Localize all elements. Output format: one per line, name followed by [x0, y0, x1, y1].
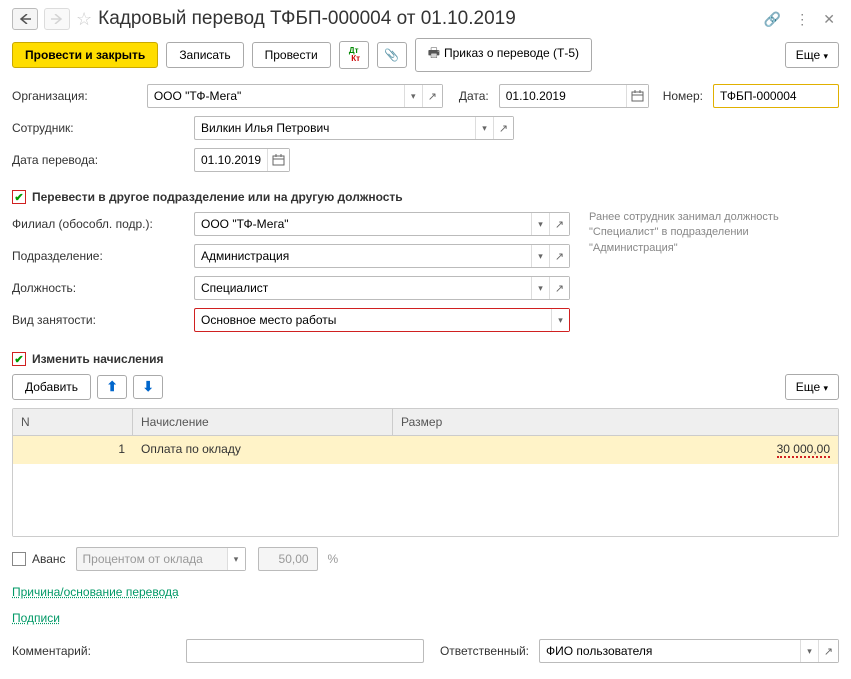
emp-type-label: Вид занятости: — [12, 313, 188, 327]
advance-label: Аванс — [32, 552, 66, 566]
position-label: Должность: — [12, 281, 188, 295]
previous-info-text: Ранее сотрудник занимал должность "Специ… — [589, 210, 839, 256]
date-label: Дата: — [459, 89, 493, 103]
move-up-button[interactable]: ⬆ — [97, 375, 127, 399]
signatures-link[interactable]: Подписи — [12, 611, 60, 625]
transfer-checkbox-label: Перевести в другое подразделение или на … — [32, 190, 403, 204]
paperclip-icon: 📎 — [384, 48, 399, 62]
position-dropdown-button[interactable]: ▾ — [531, 277, 549, 299]
reason-link[interactable]: Причина/основание перевода — [12, 585, 179, 599]
employee-open-button[interactable]: ↗ — [493, 117, 513, 139]
dept-label: Подразделение: — [12, 249, 188, 263]
transfer-checkbox[interactable] — [12, 190, 26, 204]
cell-name: Оплата по окладу — [133, 436, 393, 464]
dt-kt-button[interactable]: ДтКт — [339, 41, 369, 69]
comment-label: Комментарий: — [12, 644, 180, 658]
org-open-button[interactable]: ↗ — [422, 85, 442, 107]
move-down-button[interactable]: ⬇ — [133, 375, 163, 399]
attach-button[interactable]: 📎 — [377, 42, 407, 68]
number-label: Номер: — [663, 89, 707, 103]
org-label: Организация: — [12, 89, 141, 103]
transfer-date-label: Дата перевода: — [12, 153, 188, 167]
save-button[interactable]: Записать — [166, 42, 243, 68]
branch-input[interactable] — [195, 213, 531, 235]
employee-label: Сотрудник: — [12, 121, 188, 135]
change-accruals-checkbox[interactable] — [12, 352, 26, 366]
advance-type-input — [77, 548, 227, 570]
transfer-date-calendar-button[interactable] — [267, 149, 289, 171]
dept-open-button[interactable]: ↗ — [549, 245, 569, 267]
advance-type-dropdown-button: ▾ — [227, 548, 245, 570]
nav-back-button[interactable] — [12, 8, 38, 30]
close-icon[interactable]: ✕ — [819, 11, 839, 28]
post-button[interactable]: Провести — [252, 42, 331, 68]
col-size: Размер — [393, 409, 838, 435]
branch-open-button[interactable]: ↗ — [549, 213, 569, 235]
responsible-input[interactable] — [540, 640, 800, 662]
position-open-button[interactable]: ↗ — [549, 277, 569, 299]
number-input[interactable] — [714, 85, 838, 107]
chevron-down-icon: ▾ — [823, 51, 828, 61]
nav-forward-button[interactable] — [44, 8, 70, 30]
responsible-open-button[interactable]: ↗ — [818, 640, 838, 662]
add-row-button[interactable]: Добавить — [12, 374, 91, 400]
branch-dropdown-button[interactable]: ▾ — [531, 213, 549, 235]
comment-input[interactable] — [187, 640, 423, 662]
employee-input[interactable] — [195, 117, 475, 139]
change-accruals-label: Изменить начисления — [32, 352, 163, 366]
responsible-label: Ответственный: — [440, 644, 533, 658]
cell-n: 1 — [13, 436, 133, 464]
transfer-date-input[interactable] — [195, 149, 267, 171]
branch-label: Филиал (обособл. подр.): — [12, 217, 188, 231]
page-title: Кадровый перевод ТФБП-000004 от 01.10.20… — [98, 8, 754, 30]
employee-dropdown-button[interactable]: ▾ — [475, 117, 493, 139]
col-n: N — [13, 409, 133, 435]
table-more-button[interactable]: Еще ▾ — [785, 374, 839, 400]
favorite-star-icon[interactable]: ☆ — [76, 9, 92, 30]
org-dropdown-button[interactable]: ▾ — [404, 85, 422, 107]
dept-input[interactable] — [195, 245, 531, 267]
emp-type-dropdown-button[interactable]: ▾ — [551, 309, 569, 331]
print-order-button[interactable]: 🖶Приказ о переводе (Т-5) — [415, 38, 592, 72]
post-and-close-button[interactable]: Провести и закрыть — [12, 42, 158, 68]
responsible-dropdown-button[interactable]: ▾ — [800, 640, 818, 662]
dept-dropdown-button[interactable]: ▾ — [531, 245, 549, 267]
date-input[interactable] — [500, 85, 626, 107]
position-input[interactable] — [195, 277, 531, 299]
more-button[interactable]: Еще ▾ — [785, 42, 839, 68]
menu-dots-icon[interactable]: ⋮ — [791, 11, 813, 28]
link-icon[interactable]: 🔗 — [760, 11, 785, 28]
date-calendar-button[interactable] — [626, 85, 648, 107]
table-row[interactable]: 1 Оплата по окладу 30 000,00 — [13, 436, 838, 464]
emp-type-input[interactable] — [195, 309, 551, 331]
advance-checkbox[interactable] — [12, 552, 26, 566]
print-icon: 🖶 — [428, 45, 440, 60]
advance-value-input — [259, 548, 315, 570]
advance-pct: % — [328, 552, 339, 566]
cell-size: 30 000,00 — [393, 436, 838, 464]
accruals-table: N Начисление Размер 1 Оплата по окладу 3… — [12, 408, 839, 537]
chevron-down-icon: ▾ — [823, 383, 828, 393]
col-name: Начисление — [133, 409, 393, 435]
org-input[interactable] — [148, 85, 404, 107]
